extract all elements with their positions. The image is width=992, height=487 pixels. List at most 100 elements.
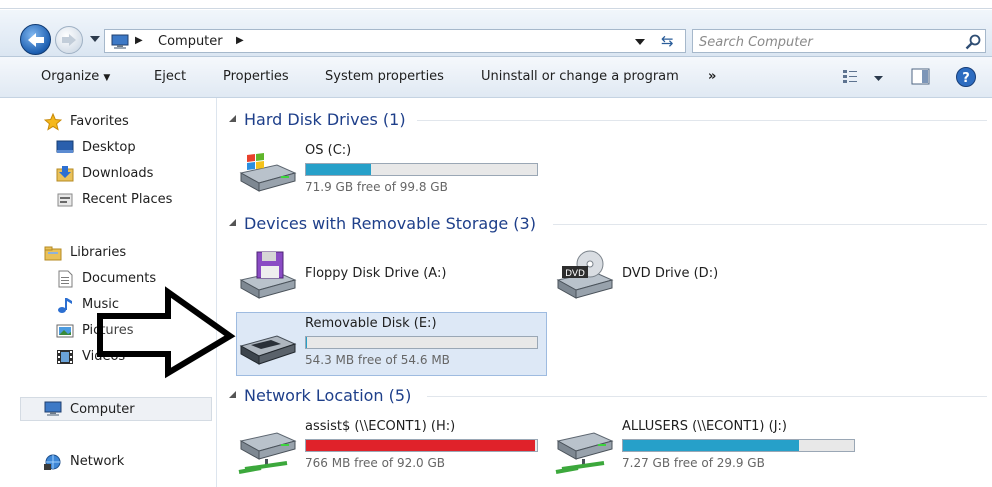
nav-documents-label: Documents (82, 271, 157, 286)
organize-label: Organize (41, 69, 100, 84)
removable-disk-icon (239, 335, 297, 365)
drive-dvd-d[interactable]: DVD DVD Drive (D:) (554, 250, 784, 302)
drive-floppy-a[interactable]: Floppy Disk Drive (A:) (237, 250, 547, 302)
nav-pictures[interactable]: Pictures (56, 321, 196, 341)
properties-button[interactable]: Properties (223, 69, 289, 84)
refresh-icon[interactable]: ⇆ (661, 32, 674, 50)
search-input[interactable] (697, 32, 951, 52)
drive-os-c[interactable]: OS (C:) 71.9 GB free of 99.8 GB (237, 143, 557, 199)
nav-network[interactable]: Network (44, 452, 194, 472)
music-icon (58, 298, 72, 313)
back-arrow-icon (28, 33, 44, 47)
dvd-drive-icon: DVD (556, 250, 614, 299)
collapse-triangle-icon[interactable] (229, 391, 237, 399)
eject-button[interactable]: Eject (154, 69, 186, 84)
dvd-badge-label: DVD (565, 269, 585, 279)
group-divider (417, 120, 987, 121)
nav-pictures-label: Pictures (82, 323, 134, 338)
network-icon (44, 454, 61, 470)
command-bar: Organize ▼ Eject Properties System prope… (0, 57, 992, 98)
drive-network-j[interactable]: ALLUSERS (\\ECONT1) (J:) 7.27 GB free of… (554, 419, 874, 475)
drive-usage-bar (305, 439, 538, 452)
drive-free-space: 7.27 GB free of 29.9 GB (622, 456, 765, 470)
collapse-triangle-icon[interactable] (229, 115, 237, 123)
help-icon[interactable]: ? (955, 66, 977, 88)
view-options-dropdown-icon[interactable] (874, 76, 883, 81)
search-box[interactable] (692, 29, 986, 53)
collapse-triangle-icon[interactable] (229, 219, 237, 227)
more-commands-button[interactable]: » (708, 69, 716, 84)
drive-usage-bar (305, 163, 538, 176)
network-drive-icon (555, 432, 614, 474)
drive-usage-bar (622, 439, 855, 452)
chevron-down-icon: ▼ (103, 73, 111, 83)
search-icon[interactable] (965, 34, 981, 50)
address-box[interactable]: ▶ Computer ▶ ⇆ (104, 29, 686, 53)
nav-favorites[interactable]: Favorites (44, 112, 194, 132)
nav-videos-label: Videos (82, 349, 126, 364)
nav-downloads-label: Downloads (82, 166, 154, 181)
uninstall-program-button[interactable]: Uninstall or change a program (481, 69, 679, 84)
window-top-strip (0, 0, 992, 10)
group-title: Devices with Removable Storage (3) (244, 214, 536, 233)
computer-icon (44, 401, 62, 416)
pictures-icon (56, 324, 74, 338)
drive-name: Floppy Disk Drive (A:) (305, 266, 447, 281)
floppy-drive-icon (239, 251, 297, 299)
documents-icon (58, 270, 73, 288)
organize-button[interactable]: Organize ▼ (41, 69, 110, 84)
breadcrumb-computer[interactable]: Computer (158, 34, 223, 49)
recent-places-icon (57, 193, 73, 207)
computer-icon (111, 34, 129, 49)
nav-favorites-label: Favorites (70, 114, 129, 129)
group-title: Hard Disk Drives (1) (244, 110, 406, 129)
group-network-location[interactable]: Network Location (5) (217, 385, 992, 407)
svg-text:?: ? (962, 71, 970, 86)
group-hard-disk-drives[interactable]: Hard Disk Drives (1) (217, 109, 992, 131)
drive-name: DVD Drive (D:) (622, 266, 719, 281)
network-drive-icon (238, 432, 297, 474)
windows-hard-drive-icon (239, 153, 297, 192)
group-divider (427, 396, 987, 397)
nav-videos[interactable]: Videos (56, 347, 196, 367)
back-button[interactable] (20, 24, 51, 55)
drive-usage-fill (306, 440, 535, 451)
nav-music[interactable]: Music (56, 295, 196, 315)
drive-usage-fill (306, 164, 371, 175)
desktop-icon (56, 140, 74, 153)
preview-pane-icon[interactable] (911, 68, 931, 86)
drive-free-space: 766 MB free of 92.0 GB (305, 456, 446, 470)
drive-name: OS (C:) (305, 143, 352, 158)
breadcrumb-separator-icon[interactable]: ▶ (135, 35, 143, 46)
breadcrumb-separator-icon[interactable]: ▶ (236, 35, 244, 46)
drive-usage-fill (623, 440, 799, 451)
star-icon (44, 113, 62, 131)
drive-network-h[interactable]: assist$ (\\ECONT1) (H:) 766 MB free of 9… (237, 419, 557, 475)
nav-recent-places-label: Recent Places (82, 192, 173, 207)
drive-free-space: 71.9 GB free of 99.8 GB (305, 180, 448, 194)
drive-name: ALLUSERS (\\ECONT1) (J:) (622, 419, 787, 434)
nav-documents[interactable]: Documents (56, 269, 196, 289)
drive-removable-e[interactable]: Removable Disk (E:) 54.3 MB free of 54.6… (237, 316, 545, 372)
drive-name: Removable Disk (E:) (305, 316, 437, 331)
nav-recent-places[interactable]: Recent Places (56, 190, 196, 210)
system-properties-button[interactable]: System properties (325, 69, 444, 84)
forward-arrow-icon (62, 34, 76, 46)
recent-pages-dropdown[interactable] (90, 36, 100, 43)
nav-libraries[interactable]: Libraries (44, 243, 194, 263)
downloads-folder-icon (56, 166, 74, 182)
nav-computer[interactable]: Computer (44, 400, 194, 420)
change-view-icon[interactable] (842, 69, 862, 85)
nav-computer-label: Computer (70, 402, 135, 417)
drive-name: assist$ (\\ECONT1) (H:) (305, 419, 456, 434)
nav-downloads[interactable]: Downloads (56, 164, 196, 184)
nav-desktop[interactable]: Desktop (56, 138, 196, 158)
navigation-pane: Favorites Desktop Downloads Recent Place… (0, 98, 217, 487)
libraries-icon (44, 246, 62, 261)
drive-free-space: 54.3 MB free of 54.6 MB (305, 353, 450, 367)
drive-usage-bar (305, 336, 538, 349)
group-removable-storage[interactable]: Devices with Removable Storage (3) (217, 213, 992, 235)
forward-button[interactable] (55, 26, 83, 54)
nav-music-label: Music (82, 297, 119, 312)
address-history-dropdown-icon[interactable] (635, 39, 645, 45)
